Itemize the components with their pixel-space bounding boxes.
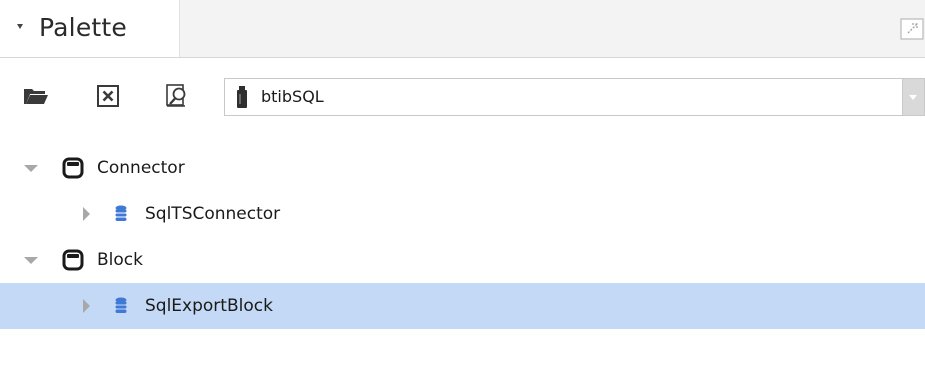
tree-node-label: Block <box>97 250 143 270</box>
folder-icon <box>62 157 84 179</box>
palette-title-bar: Palette <box>0 0 925 58</box>
jar-icon <box>237 86 247 108</box>
find-icon <box>166 84 186 107</box>
folder-open-icon <box>24 89 48 104</box>
palette-title: Palette <box>39 13 127 42</box>
tree-row-block[interactable]: Block <box>0 237 925 283</box>
open-palette-button[interactable] <box>22 82 50 110</box>
expand-arrow-icon[interactable] <box>83 299 90 313</box>
dropdown-arrow-icon[interactable] <box>902 79 924 115</box>
tree-row-sqltsconnector[interactable]: SqlTSConnector <box>0 191 925 237</box>
module-selector[interactable]: btibSQL <box>224 78 925 116</box>
palette-panel: Palette btibSQL Connector SqlTSConnector… <box>0 0 925 381</box>
tree-row-connector[interactable]: Connector <box>0 145 925 191</box>
database-icon <box>115 205 127 221</box>
folder-icon <box>62 249 84 271</box>
tree-row-sqlexportblock[interactable]: SqlExportBlock <box>0 283 925 329</box>
close-box-icon <box>97 85 119 107</box>
database-icon <box>115 297 127 313</box>
tab-palette[interactable]: Palette <box>0 0 180 57</box>
close-palette-button[interactable] <box>94 82 122 110</box>
maximize-button[interactable] <box>900 18 924 40</box>
palette-toolbar: btibSQL <box>0 58 925 135</box>
collapse-arrow-icon[interactable] <box>17 24 23 29</box>
tree-node-label: SqlTSConnector <box>145 204 281 224</box>
expand-arrow-icon[interactable] <box>83 207 90 221</box>
tree-node-label: Connector <box>97 158 185 178</box>
find-button[interactable] <box>164 82 192 110</box>
module-selector-value: btibSQL <box>261 87 324 106</box>
tree-node-label: SqlExportBlock <box>145 296 273 316</box>
maximize-icon <box>900 18 924 40</box>
expand-arrow-icon[interactable] <box>24 257 38 264</box>
expand-arrow-icon[interactable] <box>24 165 38 172</box>
